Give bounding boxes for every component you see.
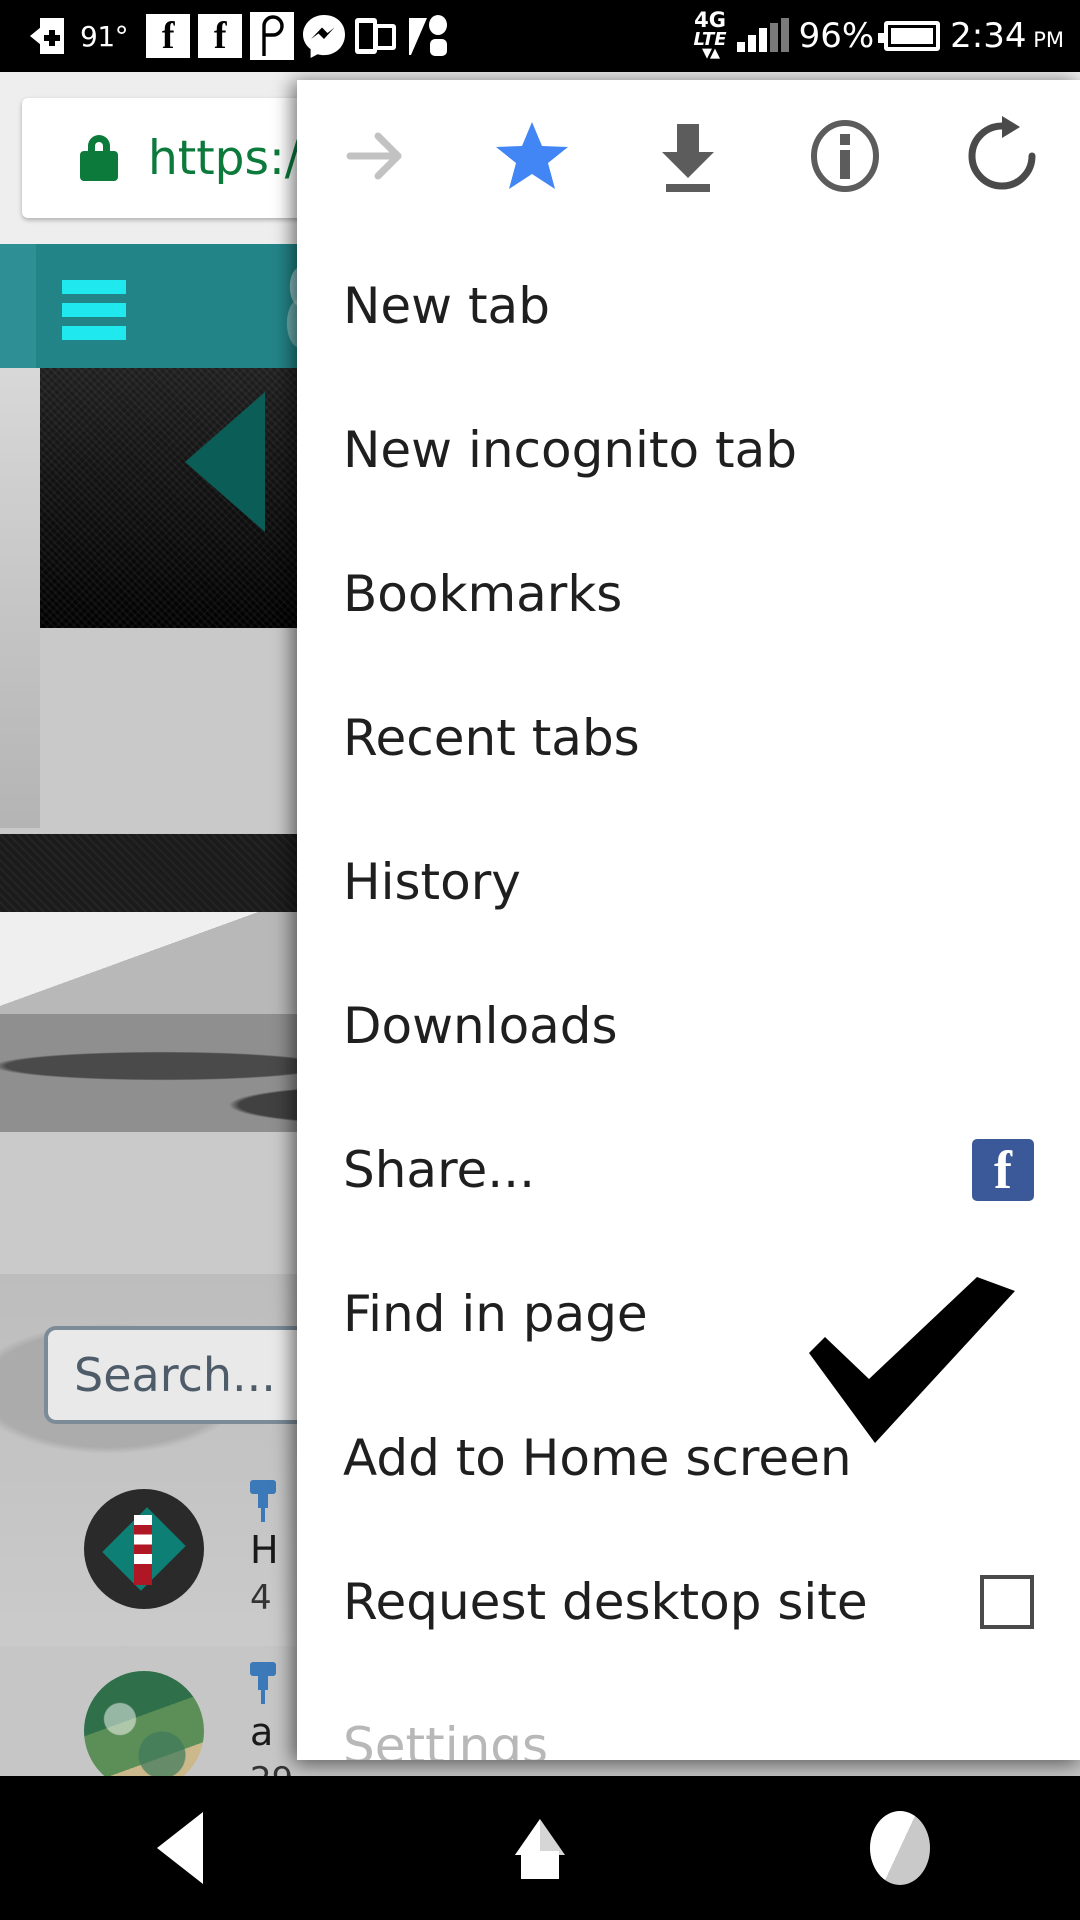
list-item-meta: a 29 <box>250 1662 293 1776</box>
phone-screen: 91° f f 4G LTE ▼▲ 96% 2:34 PM https:// S… <box>0 0 1080 1920</box>
menu-item-new-tab[interactable]: New tab <box>297 234 1080 378</box>
back-button[interactable] <box>0 1776 360 1920</box>
weather-temperature: 91° <box>80 19 129 53</box>
messenger-bolt-icon <box>298 10 350 62</box>
menu-item-label: Find in page <box>343 1285 648 1343</box>
menu-toolbar <box>297 80 1080 232</box>
menu-item-label: Add to Home screen <box>343 1429 852 1487</box>
url-text: https:// <box>148 130 317 186</box>
people-icon <box>402 10 454 62</box>
list-item-title: H <box>250 1528 279 1572</box>
menu-item-request-desktop-site[interactable]: Request desktop site <box>297 1530 1080 1674</box>
menu-item-downloads[interactable]: Downloads <box>297 954 1080 1098</box>
menu-item-label: Request desktop site <box>343 1573 868 1631</box>
checkmark-annotation <box>805 1275 1020 1450</box>
browser-overflow-menu: New tab New incognito tab Bookmarks Rece… <box>297 80 1080 1760</box>
home-button[interactable] <box>360 1776 720 1920</box>
menu-item-label: Share... <box>343 1141 535 1199</box>
list-item-meta: H 4 <box>250 1480 279 1618</box>
screen-mirror-icon <box>350 10 402 62</box>
avatar <box>84 1489 204 1609</box>
search-placeholder: Search... <box>74 1348 276 1402</box>
pin-icon <box>250 1480 276 1522</box>
avatar <box>84 1671 204 1776</box>
messenger-p-icon <box>246 10 298 62</box>
menu-item-label: Downloads <box>343 997 618 1055</box>
menu-item-share[interactable]: Share... f <box>297 1098 1080 1242</box>
share-target-facebook-icon[interactable]: f <box>972 1139 1034 1201</box>
lock-icon <box>80 135 118 181</box>
status-bar-left-icons: 91° f f <box>0 10 454 62</box>
list-item-count: 4 <box>250 1578 272 1618</box>
menu-item-label: History <box>343 853 521 911</box>
battery-icon <box>878 21 941 51</box>
menu-item-label: Recent tabs <box>343 709 640 767</box>
menu-item-new-incognito-tab[interactable]: New incognito tab <box>297 378 1080 522</box>
menu-item-label: Settings <box>343 1717 549 1760</box>
clock-label: 2:34 PM <box>950 16 1064 56</box>
header-edge <box>0 244 36 368</box>
page-info-icon[interactable] <box>767 80 924 232</box>
status-bar-right-icons: 4G LTE ▼▲ 96% 2:34 PM <box>693 8 1080 62</box>
menu-item-list: New tab New incognito tab Bookmarks Rece… <box>297 232 1080 1760</box>
list-item-title: a <box>250 1710 274 1754</box>
reload-icon[interactable] <box>923 80 1080 232</box>
list-item-count: 29 <box>250 1760 293 1776</box>
pin-icon <box>250 1662 276 1704</box>
download-icon[interactable] <box>610 80 767 232</box>
hamburger-icon[interactable] <box>62 280 126 349</box>
request-desktop-site-checkbox[interactable] <box>980 1575 1034 1629</box>
forward-arrow-icon[interactable] <box>297 80 454 232</box>
car-dock-icon <box>22 10 74 62</box>
menu-item-bookmarks[interactable]: Bookmarks <box>297 522 1080 666</box>
system-navigation-bar <box>0 1776 1080 1920</box>
status-bar: 91° f f 4G LTE ▼▲ 96% 2:34 PM <box>0 0 1080 72</box>
recents-button[interactable] <box>720 1776 1080 1920</box>
star-icon[interactable] <box>454 80 611 232</box>
menu-item-label: New incognito tab <box>343 421 798 479</box>
signal-bars-icon <box>736 18 789 52</box>
menu-item-settings[interactable]: Settings <box>297 1674 1080 1760</box>
lte-icon: 4G LTE ▼▲ <box>693 8 727 62</box>
menu-item-recent-tabs[interactable]: Recent tabs <box>297 666 1080 810</box>
facebook-icon: f <box>142 10 194 62</box>
carousel-prev-arrow[interactable] <box>185 392 265 532</box>
facebook-icon: f <box>194 10 246 62</box>
page-left-gutter <box>0 368 40 828</box>
menu-item-label: Bookmarks <box>343 565 623 623</box>
menu-item-history[interactable]: History <box>297 810 1080 954</box>
battery-percent-label: 96% <box>798 16 875 56</box>
menu-item-label: New tab <box>343 277 550 335</box>
